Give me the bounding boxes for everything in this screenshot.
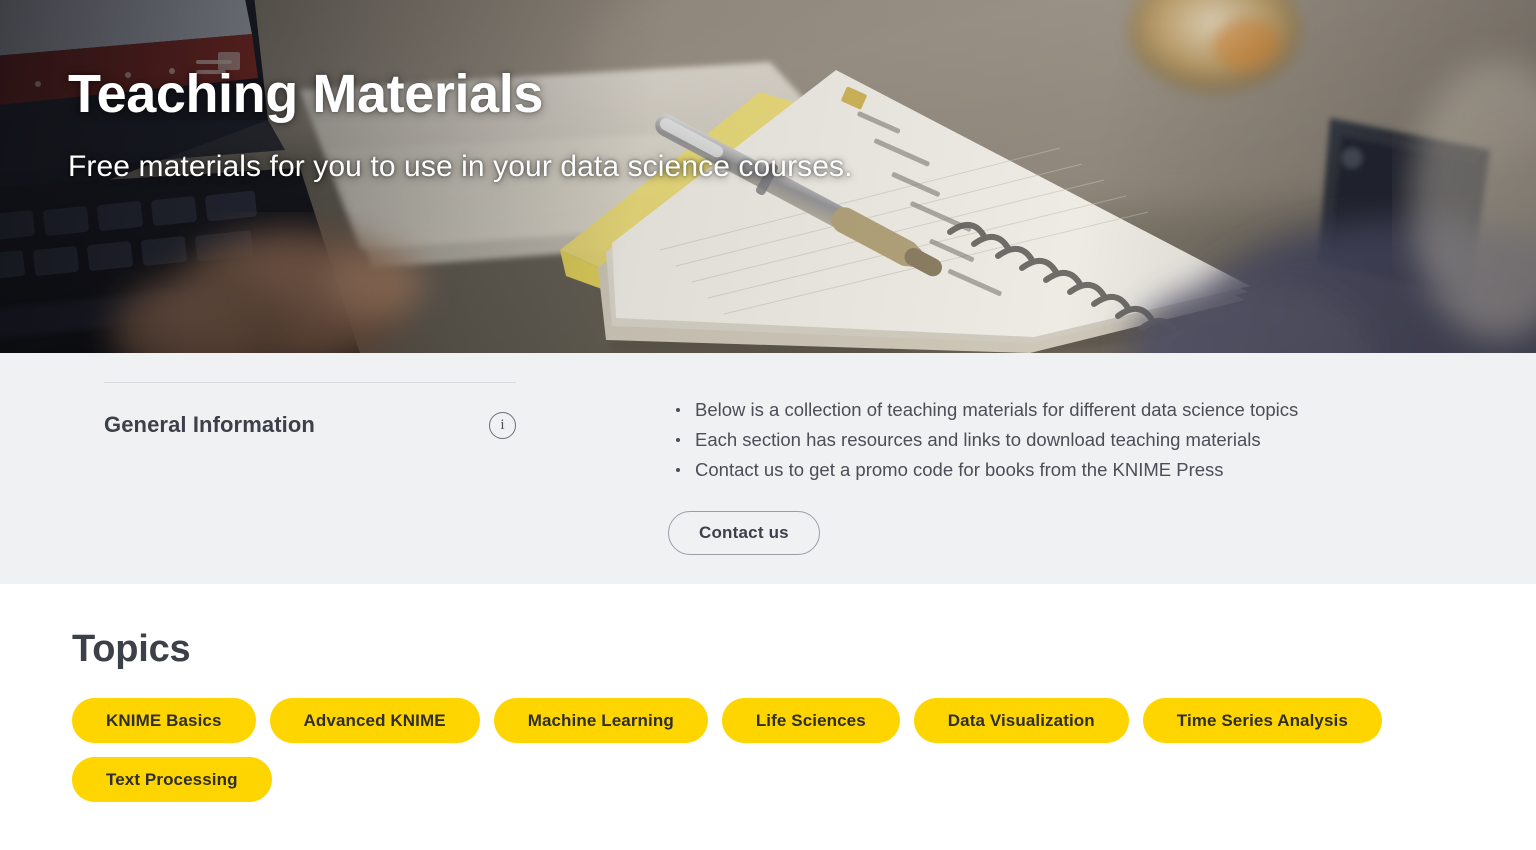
info-circle-icon[interactable]: i [489, 411, 516, 439]
general-information-title: General Information [104, 412, 315, 437]
topic-tag-life-sciences[interactable]: Life Sciences [721, 698, 900, 743]
hero-subtitle: Free materials for you to use in your da… [68, 150, 853, 183]
general-information-section: General Information i Below is a collect… [0, 353, 1536, 584]
general-information-content-column: Below is a collection of teaching materi… [668, 395, 1468, 555]
general-information-bullet-list: Below is a collection of teaching materi… [668, 395, 1468, 485]
topic-tag-advanced-knime[interactable]: Advanced KNIME [269, 698, 480, 743]
section-divider [104, 382, 516, 383]
topic-tag-machine-learning[interactable]: Machine Learning [493, 698, 708, 743]
topic-tag-data-visualization[interactable]: Data Visualization [913, 698, 1129, 743]
general-information-heading-column: General Information i [104, 382, 516, 439]
hero-text-block: Teaching Materials Free materials for yo… [68, 62, 853, 186]
contact-us-button[interactable]: Contact us [668, 511, 820, 555]
topic-tag-list: KNIME Basics Advanced KNIME Machine Lear… [72, 698, 1392, 802]
topic-tag-time-series-analysis[interactable]: Time Series Analysis [1142, 698, 1382, 743]
info-icon-glyph: i [500, 416, 505, 433]
topics-title: Topics [72, 628, 191, 670]
topics-section: Topics KNIME Basics Advanced KNIME Machi… [0, 584, 1536, 802]
topic-tag-knime-basics[interactable]: KNIME Basics [72, 698, 256, 743]
list-item: Below is a collection of teaching materi… [668, 395, 1468, 425]
list-item: Contact us to get a promo code for books… [668, 455, 1468, 485]
list-item: Each section has resources and links to … [668, 425, 1468, 455]
page-title: Teaching Materials [68, 64, 543, 124]
topic-tag-text-processing[interactable]: Text Processing [72, 757, 272, 802]
hero-banner: Teaching Materials Free materials for yo… [0, 0, 1536, 353]
general-information-header-row: General Information i [104, 411, 516, 439]
